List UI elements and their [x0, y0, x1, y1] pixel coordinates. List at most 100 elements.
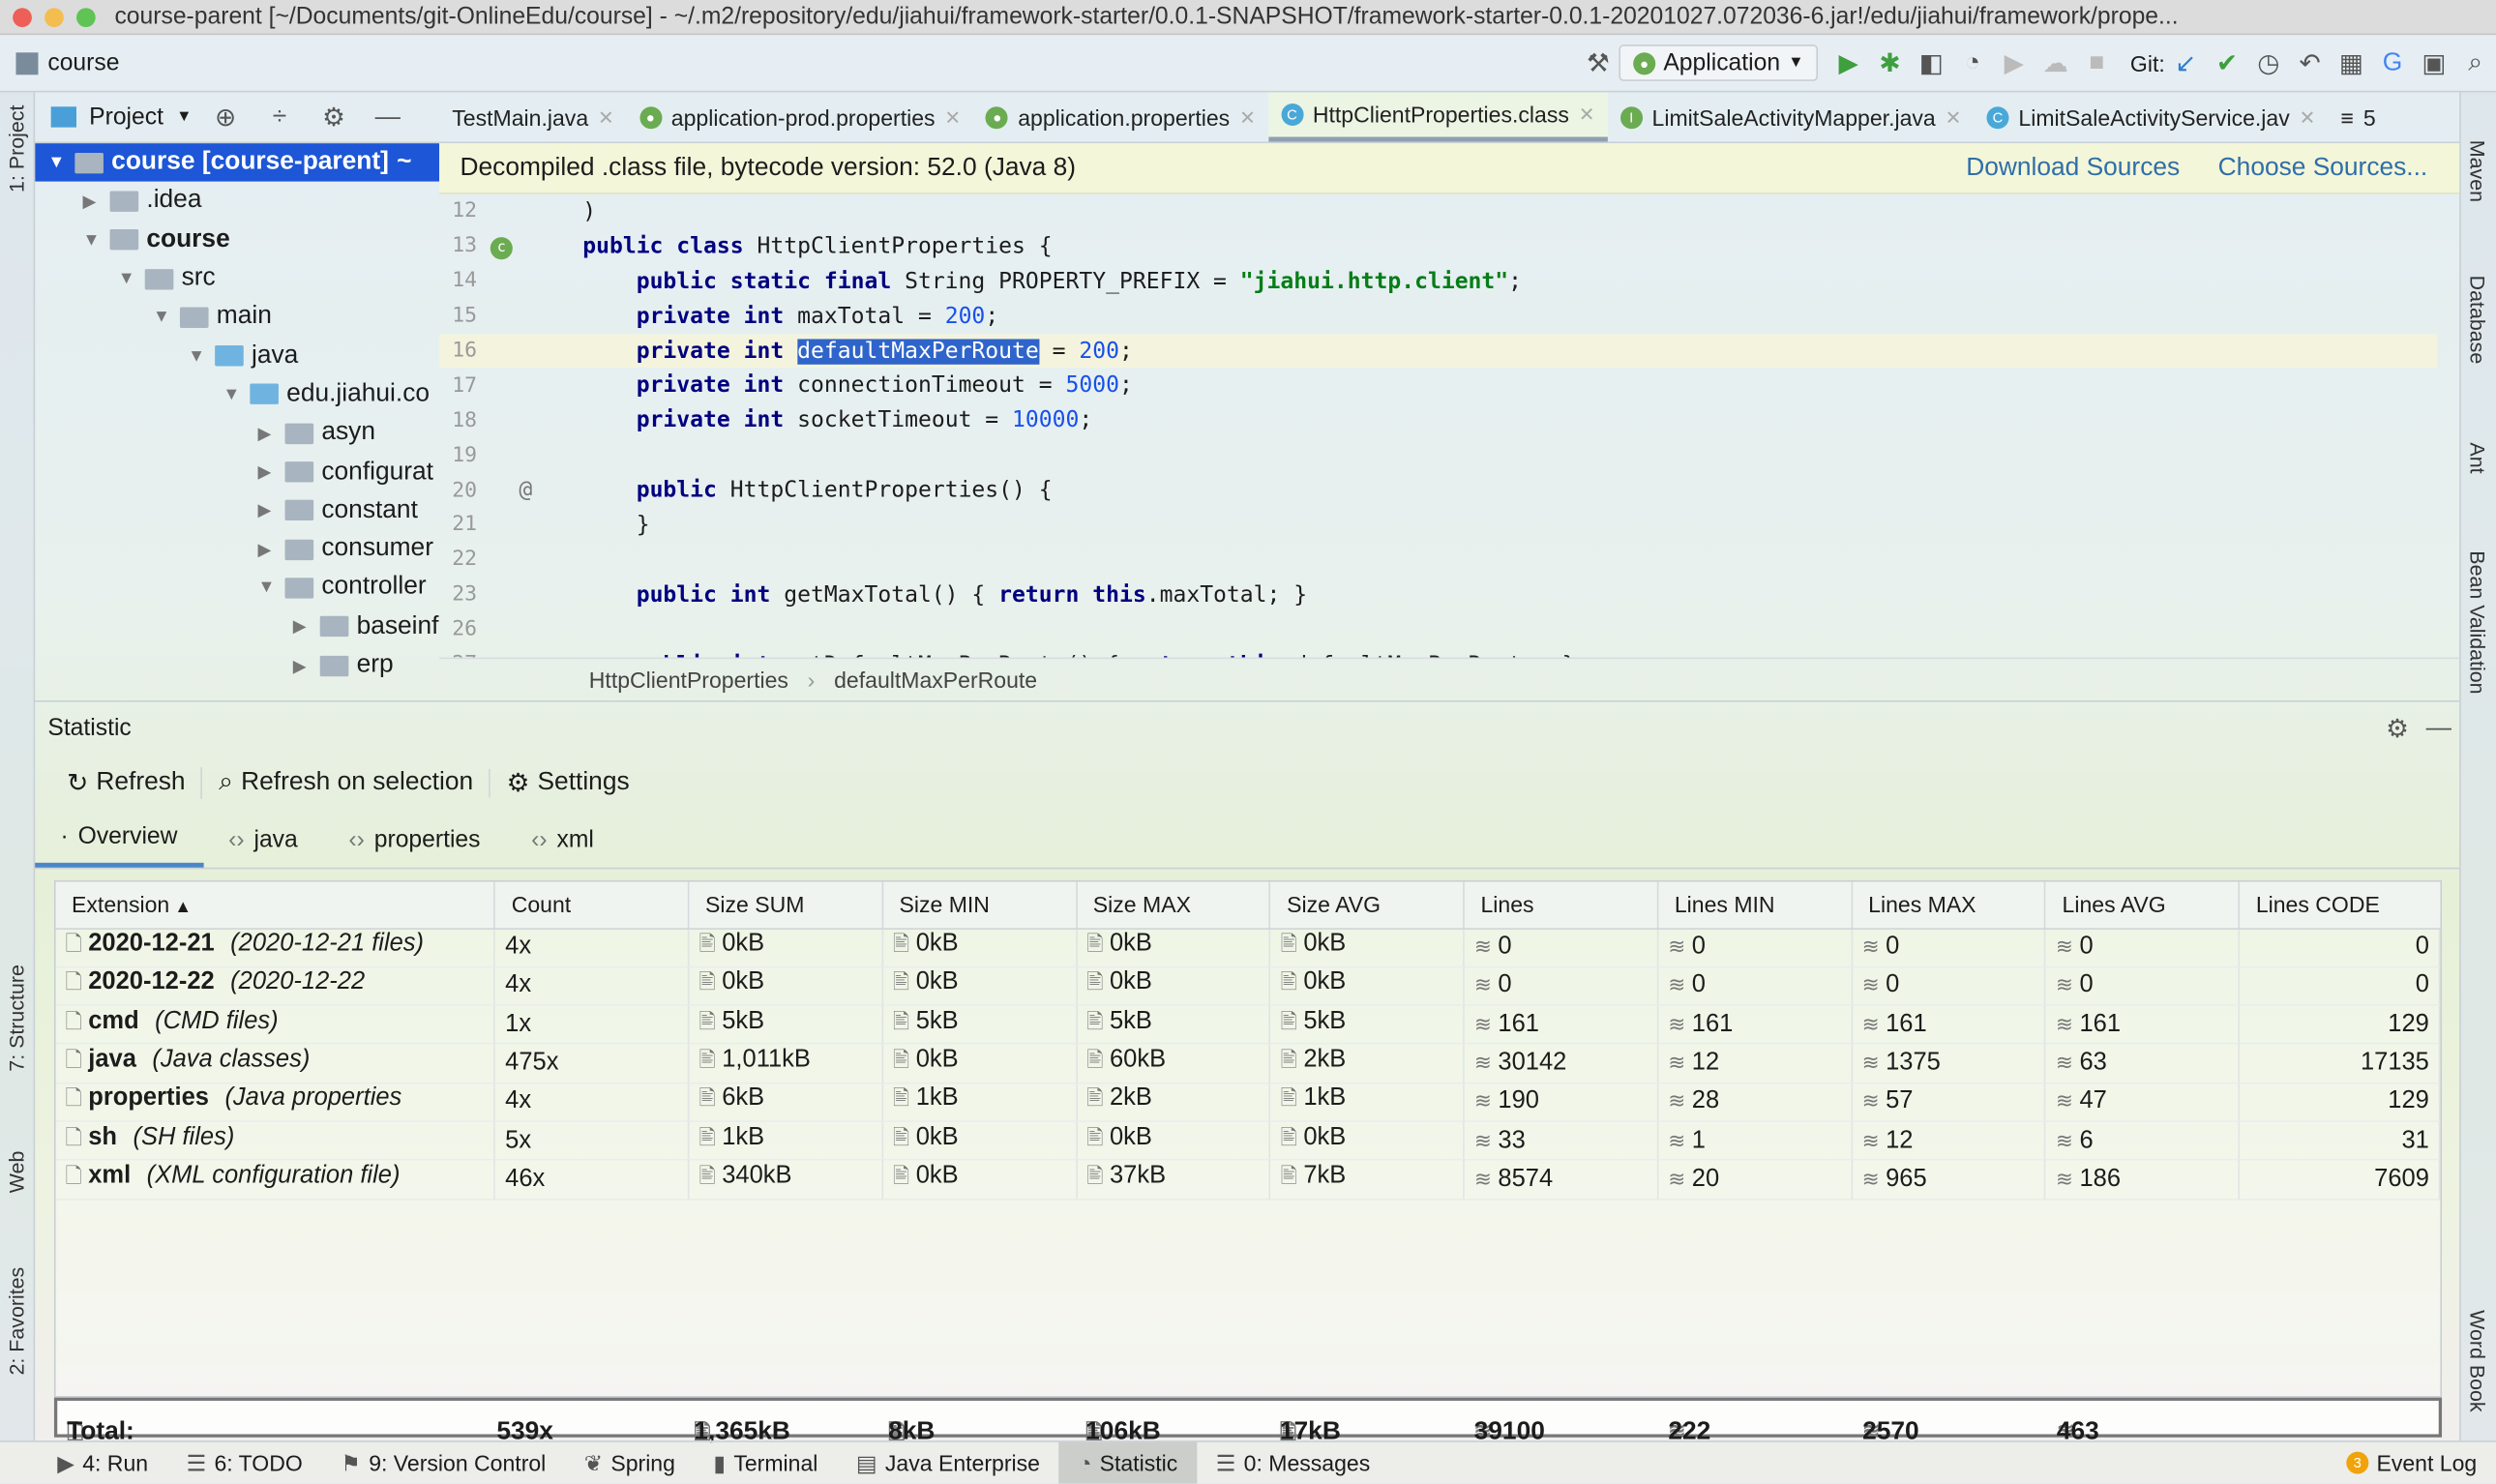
translate-icon[interactable]: G: [2372, 48, 2414, 77]
stripe-favorites[interactable]: 2: Favorites: [5, 1267, 29, 1376]
tool-window-4-run[interactable]: ▶ 4: Run: [38, 1442, 166, 1484]
tab-testmain-java[interactable]: TestMain.java ✕: [439, 92, 627, 141]
collapsed-arrow-icon[interactable]: ▶: [258, 423, 278, 444]
expanded-arrow-icon[interactable]: ▼: [153, 308, 172, 327]
git-update-icon[interactable]: ↙: [2165, 47, 2207, 79]
collapsed-arrow-icon[interactable]: ▶: [293, 655, 312, 676]
column-header[interactable]: Size AVG: [1269, 881, 1465, 930]
close-tab-icon[interactable]: ✕: [1239, 105, 1256, 128]
stat-tab-java[interactable]: ‹› java: [203, 811, 323, 868]
collapse-all-icon[interactable]: ÷: [259, 103, 301, 132]
tree-item[interactable]: ▼ edu.jiahui.co: [35, 375, 439, 414]
tool-window-spring[interactable]: ❦ Spring: [565, 1442, 695, 1484]
close-tab-icon[interactable]: ✕: [1579, 104, 1595, 126]
column-header[interactable]: Size MAX: [1076, 881, 1271, 930]
table-row[interactable]: 🗋 sh (SH files) 5x 🖹 1kB 🖹 0kB 🖹 0kB 🖹 0kB ≋ 33 ≋ 1 ≋ 12 ≋…: [55, 1121, 2441, 1161]
maximize-window-button[interactable]: [75, 7, 96, 27]
stop-icon[interactable]: ■: [2076, 48, 2118, 77]
column-header[interactable]: Lines AVG: [2045, 881, 2241, 930]
collapsed-arrow-icon[interactable]: ▶: [258, 461, 278, 483]
choose-sources-link[interactable]: Choose Sources...: [2218, 154, 2428, 183]
tool-window-6-todo[interactable]: ☰ 6: TODO: [167, 1442, 322, 1484]
expanded-arrow-icon[interactable]: ▼: [118, 269, 137, 288]
tab-limitsaleactivitymapper-java[interactable]: I LimitSaleActivityMapper.java ✕: [1607, 92, 1974, 141]
presentation-icon[interactable]: ▣: [2413, 47, 2454, 79]
coverage-icon[interactable]: ◧: [1911, 47, 1952, 79]
close-tab-icon[interactable]: ✕: [598, 105, 614, 128]
expanded-arrow-icon[interactable]: ▼: [223, 385, 242, 404]
collapsed-arrow-icon[interactable]: ▶: [258, 500, 278, 521]
code-editor[interactable]: 12) 13 c public class HttpClientProperties …: [439, 194, 2438, 658]
tree-item[interactable]: ▼ java: [35, 337, 439, 375]
tabs-overflow-button[interactable]: ≡ 5: [2328, 92, 2388, 141]
stripe-bean-validation[interactable]: Bean Validation: [2466, 550, 2490, 694]
tree-item[interactable]: ▼ src: [35, 259, 439, 298]
refresh-button[interactable]: ↻ Refresh: [51, 766, 203, 799]
build-hammer-icon[interactable]: ⚒: [1577, 47, 1619, 79]
hide-icon[interactable]: —: [367, 103, 408, 132]
stripe-project[interactable]: 1: Project: [5, 105, 29, 193]
tree-item[interactable]: ▼ course [course-parent] ~: [35, 143, 440, 183]
stripe-structure[interactable]: 7: Structure: [5, 965, 29, 1072]
tree-item[interactable]: ▼ main: [35, 298, 439, 337]
tab-application-properties[interactable]: ● application.properties ✕: [973, 92, 1268, 141]
hide-panel-icon[interactable]: —: [2418, 714, 2459, 743]
project-name[interactable]: course: [47, 49, 119, 76]
tree-item[interactable]: ▶ consumer: [35, 530, 439, 569]
close-tab-icon[interactable]: ✕: [944, 105, 961, 128]
table-row[interactable]: 🗋 java (Java classes) 475x 🖹 1,011kB 🖹 0kB 🖹 60kB…: [55, 1044, 2441, 1084]
tab-httpclientproperties-class[interactable]: C HttpClientProperties.class ✕: [1267, 92, 1608, 142]
breadcrumb-class[interactable]: HttpClientProperties: [589, 667, 788, 692]
project-structure-icon[interactable]: ▦: [2331, 47, 2372, 79]
tool-window-terminal[interactable]: ▮ Terminal: [695, 1442, 837, 1484]
stat-tab-properties[interactable]: ‹› properties: [323, 811, 506, 868]
stripe-web[interactable]: Web: [5, 1151, 29, 1194]
stat-tab-overview[interactable]: · Overview: [35, 811, 203, 868]
tree-item[interactable]: ▶ erp: [35, 646, 439, 685]
tab-application-prod-properties[interactable]: ● application-prod.properties ✕: [627, 92, 973, 141]
table-row[interactable]: 🗋 properties (Java properties 4x 🖹 6kB 🖹 1kB 🖹 2k…: [55, 1083, 2441, 1122]
table-row[interactable]: 🗋 cmd (CMD files) 1x 🖹 5kB 🖹 5kB 🖹 5kB 🖹 5kB ≋ 161 ≋ 16…: [55, 1005, 2441, 1046]
table-row[interactable]: 🗋 2020-12-21 (2020-12-21 files) 4x 🖹 0kB 🖹 0kB 🖹…: [55, 928, 2441, 968]
project-view-select[interactable]: Project: [89, 104, 163, 131]
tree-item[interactable]: ▼ controller: [35, 569, 439, 608]
tool-window-9-version-control[interactable]: ⚑ 9: Version Control: [322, 1442, 566, 1484]
tree-item[interactable]: ▶ asyn: [35, 414, 439, 453]
tool-window-java-enterprise[interactable]: ▤ Java Enterprise: [837, 1442, 1059, 1484]
tree-item[interactable]: ▶ .idea: [35, 182, 439, 221]
git-commit-icon[interactable]: ✔: [2207, 47, 2248, 79]
column-header[interactable]: Lines: [1464, 881, 1659, 930]
download-sources-link[interactable]: Download Sources: [1966, 154, 2180, 183]
expanded-arrow-icon[interactable]: ▼: [258, 579, 278, 598]
tab-limitsaleactivityservice-jav[interactable]: C LimitSaleActivityService.jav ✕: [1974, 92, 2328, 141]
column-header[interactable]: Extension ▲: [55, 881, 496, 930]
column-header[interactable]: Size SUM: [688, 881, 884, 930]
tree-item[interactable]: ▶ configurat: [35, 453, 439, 491]
collapsed-arrow-icon[interactable]: ▶: [83, 191, 103, 212]
git-rollback-icon[interactable]: ↶: [2289, 47, 2331, 79]
gear-icon[interactable]: ⚙: [312, 101, 354, 133]
column-header[interactable]: Lines MAX: [1851, 881, 2047, 930]
event-log-button[interactable]: 3 Event Log: [2327, 1442, 2496, 1484]
stripe-ant[interactable]: Ant: [2466, 442, 2490, 473]
settings-button[interactable]: ⚙ Settings: [490, 766, 645, 798]
run-icon[interactable]: ▶: [1827, 47, 1869, 79]
collapsed-arrow-icon[interactable]: ▶: [293, 616, 312, 638]
attach-icon[interactable]: ▶: [1993, 47, 2035, 79]
hot-swap-icon[interactable]: ☁: [2035, 47, 2076, 79]
column-header[interactable]: Lines MIN: [1657, 881, 1853, 930]
tree-item[interactable]: ▼ course: [35, 221, 439, 259]
stripe-word-book[interactable]: Word Book: [2466, 1310, 2490, 1411]
tool-window-statistic[interactable]: ◔ Statistic: [1058, 1441, 1198, 1484]
stat-tab-xml[interactable]: ‹› xml: [506, 811, 619, 868]
debug-icon[interactable]: ✱: [1869, 47, 1911, 79]
close-tab-icon[interactable]: ✕: [1946, 105, 1962, 128]
tool-window-0-messages[interactable]: ☰ 0: Messages: [1197, 1442, 1389, 1484]
chevron-down-icon[interactable]: ▼: [176, 108, 192, 126]
expanded-arrow-icon[interactable]: ▼: [47, 153, 67, 172]
tree-item[interactable]: ▶ constant: [35, 491, 439, 530]
sort-ascending-icon[interactable]: ▲: [169, 898, 192, 917]
collapsed-arrow-icon[interactable]: ▶: [258, 539, 278, 560]
table-row[interactable]: 🗋 xml (XML configuration file) 46x 🖹 340kB 🖹 0k…: [55, 1160, 2441, 1200]
column-header[interactable]: Lines CODE: [2239, 881, 2440, 930]
